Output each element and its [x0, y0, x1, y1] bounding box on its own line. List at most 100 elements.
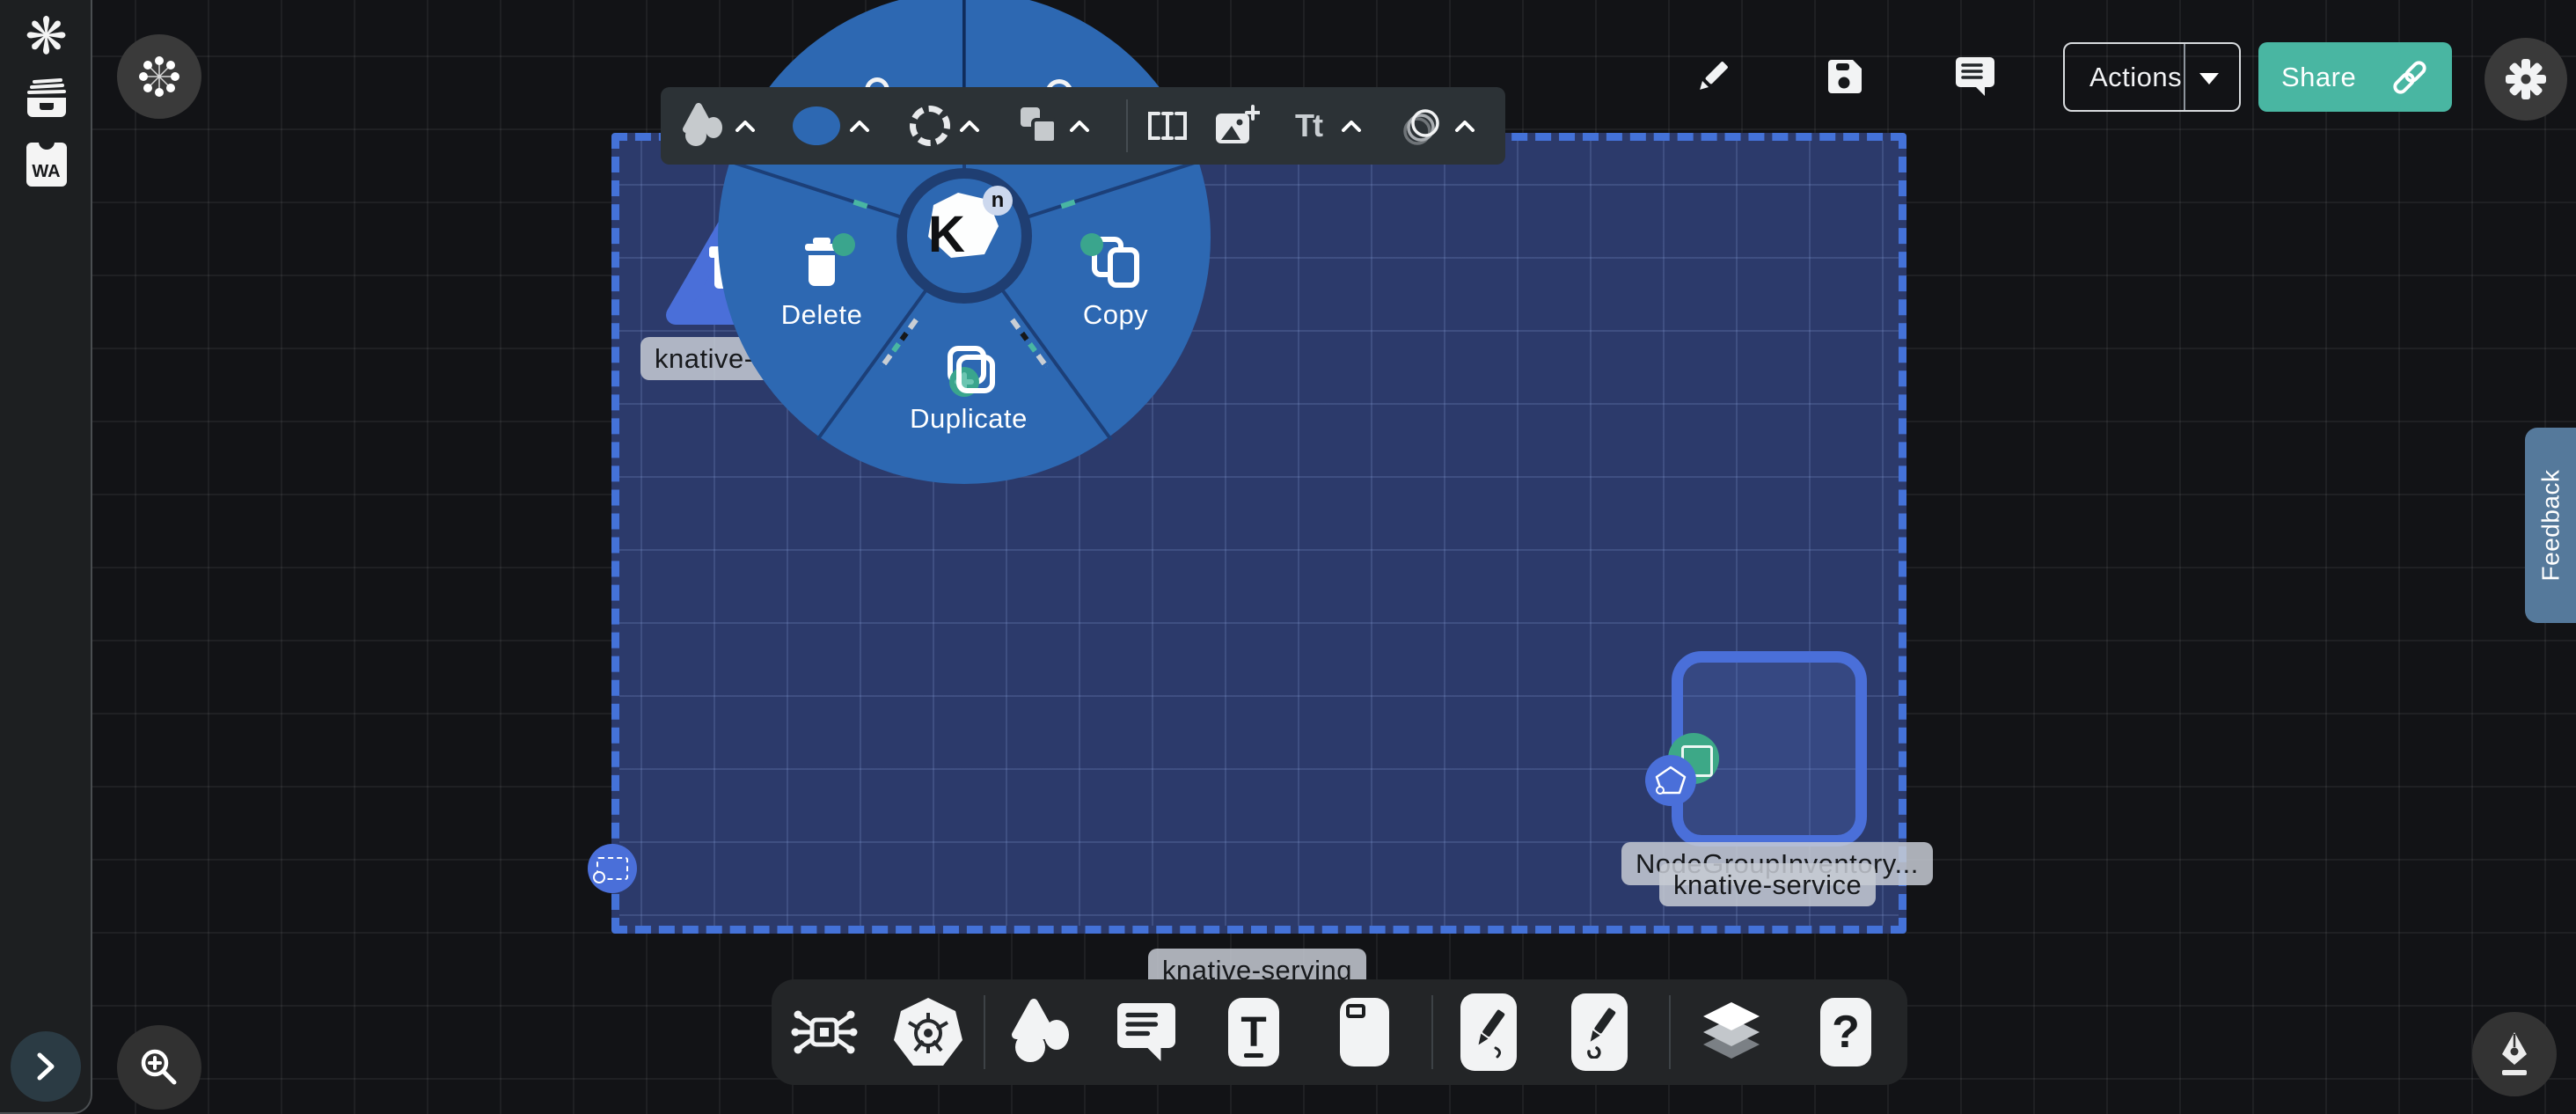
text-tool-icon: T	[1228, 998, 1279, 1066]
service-node-label-text: knative-service	[1673, 869, 1862, 900]
cluster-button[interactable]	[117, 34, 201, 119]
delete-status-dot	[832, 233, 855, 256]
app-canvas: knative-s NodeGroupInventory... knative-…	[0, 0, 2576, 1114]
comment-icon	[1115, 1000, 1178, 1064]
duplicate-icon	[943, 345, 998, 399]
chevron-up-icon	[1341, 121, 1362, 132]
toolbar-divider	[1669, 995, 1671, 1069]
expand-sidebar-button[interactable]	[11, 1031, 81, 1102]
menu-item-duplicate-label[interactable]: Duplicate	[910, 403, 1028, 435]
app-logo[interactable]: ❋	[0, 11, 92, 62]
zoom-in-icon	[136, 1044, 182, 1090]
selection-handle[interactable]	[588, 844, 637, 893]
pen-icon	[1469, 1006, 1508, 1059]
help-glyph: ?	[1832, 1006, 1860, 1059]
replace-image-icon	[1214, 105, 1260, 147]
copy-status-dot	[1080, 233, 1103, 256]
comment-icon	[1954, 55, 1996, 98]
resize-width-button[interactable]	[1145, 87, 1189, 165]
layers-tool[interactable]	[1694, 979, 1768, 1085]
text-style-expand[interactable]	[1341, 87, 1362, 165]
caret-down-icon[interactable]	[2199, 73, 2219, 84]
pencil-tool-tile	[1571, 993, 1628, 1071]
pencil-icon	[1580, 1006, 1619, 1059]
text-style-button[interactable]: Tt	[1295, 87, 1321, 165]
feedback-tab[interactable]: Feedback	[2525, 428, 2576, 623]
actions-button[interactable]: Actions	[2063, 42, 2241, 112]
replace-image-button[interactable]	[1214, 87, 1260, 165]
menu-item-copy-label[interactable]: Copy	[1083, 299, 1148, 331]
opacity-button[interactable]	[1399, 87, 1446, 165]
layers-icon	[1694, 997, 1768, 1067]
pentagon-badge[interactable]	[1645, 755, 1696, 806]
pen-nib-icon	[2493, 1030, 2536, 1078]
toolbar-divider	[1126, 99, 1128, 152]
pencil-tool-button[interactable]	[1571, 979, 1628, 1085]
menu-item-duplicate[interactable]	[943, 345, 998, 404]
fill-color-button[interactable]	[793, 87, 840, 165]
comment-button[interactable]	[1954, 55, 1996, 98]
gear-icon	[2503, 56, 2549, 102]
kubernetes-tool[interactable]	[893, 979, 963, 1085]
chevron-up-icon	[735, 121, 756, 132]
service-node-label: knative-service	[1659, 863, 1876, 906]
arrange-button[interactable]	[1017, 87, 1061, 165]
radial-divider-top	[962, 0, 965, 87]
context-toolbar: Tt	[661, 87, 1505, 165]
pen-tool-button[interactable]	[1460, 979, 1517, 1085]
zoom-in-button[interactable]	[117, 1025, 201, 1110]
webassembly-icon: WA	[26, 143, 67, 187]
note-tool[interactable]	[1340, 979, 1389, 1085]
opacity-expand[interactable]	[1454, 87, 1475, 165]
fill-color-expand[interactable]	[849, 87, 870, 165]
note-tool-icon	[1340, 998, 1389, 1066]
kubernetes-icon	[893, 995, 963, 1069]
chevron-up-icon	[849, 121, 870, 132]
border-style-button[interactable]	[910, 87, 950, 165]
cluster-icon	[136, 54, 182, 99]
resize-width-icon	[1145, 108, 1189, 143]
archive-drawer-icon	[24, 78, 70, 121]
knative-badge: n	[983, 186, 1013, 216]
app-logo-icon: ❋	[25, 6, 68, 66]
actions-label: Actions	[2065, 62, 2182, 93]
chevron-up-icon	[1454, 121, 1475, 132]
border-style-expand[interactable]	[959, 87, 980, 165]
duplicate-label-text: Duplicate	[910, 403, 1028, 434]
edit-button[interactable]	[1693, 56, 1733, 97]
delete-label-text: Delete	[781, 299, 863, 330]
text-tool[interactable]: T	[1228, 979, 1279, 1085]
actions-divider	[2184, 44, 2185, 110]
pencil-icon	[1693, 56, 1733, 97]
arrange-icon	[1017, 104, 1061, 148]
opacity-icon	[1399, 102, 1446, 150]
toolbar-divider	[1431, 995, 1433, 1069]
shape-style-expand[interactable]	[735, 87, 756, 165]
save-icon	[1825, 56, 1865, 97]
shape-style-icon	[681, 103, 727, 149]
arrange-expand[interactable]	[1069, 87, 1090, 165]
shapes-tool[interactable]	[1009, 979, 1076, 1085]
share-button[interactable]: Share	[2258, 42, 2452, 112]
pen-mode-button[interactable]	[2472, 1012, 2557, 1096]
main-toolbar: T	[772, 979, 1907, 1085]
pen-tool-tile	[1460, 993, 1517, 1071]
comment-tool[interactable]	[1115, 979, 1178, 1085]
help-button[interactable]: ?	[1820, 979, 1871, 1085]
knative-badge-text: n	[992, 188, 1005, 213]
menu-item-delete-label[interactable]: Delete	[781, 299, 863, 331]
network-icon	[787, 995, 861, 1069]
sidebar-item-webassembly[interactable]: WA	[0, 141, 92, 188]
marquee-icon	[596, 857, 628, 880]
help-tile: ?	[1820, 998, 1871, 1066]
settings-button[interactable]	[2485, 38, 2567, 121]
chevron-up-icon	[1069, 121, 1090, 132]
share-label: Share	[2281, 62, 2356, 93]
shapes-icon	[1009, 998, 1076, 1066]
sidebar-item-archive[interactable]	[0, 77, 92, 121]
wa-text: WA	[32, 162, 60, 182]
border-style-icon	[910, 106, 950, 146]
shape-style-button[interactable]	[681, 87, 727, 165]
save-button[interactable]	[1825, 56, 1865, 97]
network-tool[interactable]	[787, 979, 861, 1085]
